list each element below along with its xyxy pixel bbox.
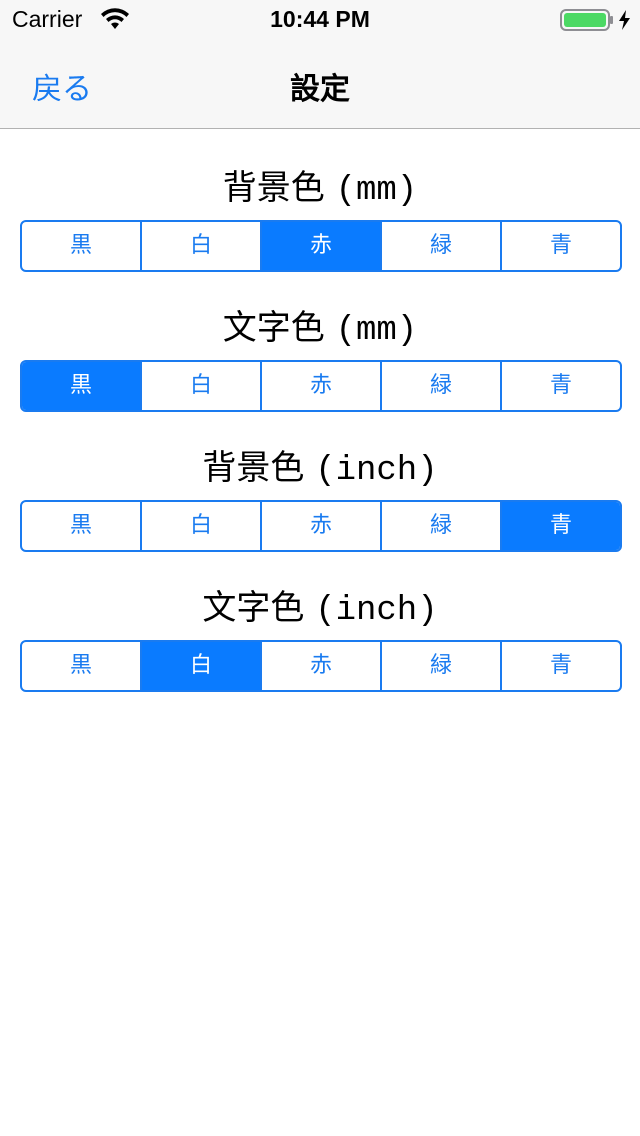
section-text-inch: 文字色 (inch) 黒 白 赤 緑 青 — [20, 586, 622, 692]
section-text-mm: 文字色 (mm) 黒 白 赤 緑 青 — [20, 306, 622, 412]
section-title: 文字色 (inch) — [202, 588, 438, 630]
section-title: 背景色 (mm) — [222, 168, 418, 210]
segment-green[interactable]: 緑 — [382, 222, 502, 270]
segment-white[interactable]: 白 — [142, 362, 262, 410]
section-bg-inch: 背景色 (inch) 黒 白 赤 緑 青 — [20, 446, 622, 552]
status-bar: Carrier 10:44 PM — [0, 0, 640, 40]
segment-black[interactable]: 黒 — [22, 222, 142, 270]
segment-green[interactable]: 緑 — [382, 362, 502, 410]
segment-blue[interactable]: 青 — [502, 222, 620, 270]
segment-red[interactable]: 赤 — [262, 642, 382, 690]
segment-green[interactable]: 緑 — [382, 642, 502, 690]
segment-blue[interactable]: 青 — [502, 502, 620, 550]
bg-color-inch-segmented-control: 黒 白 赤 緑 青 — [20, 500, 622, 552]
segment-black[interactable]: 黒 — [22, 642, 142, 690]
battery-icon — [560, 9, 630, 31]
segment-black[interactable]: 黒 — [22, 502, 142, 550]
section-bg-mm: 背景色 (mm) 黒 白 赤 緑 青 — [20, 166, 622, 272]
segment-blue[interactable]: 青 — [502, 362, 620, 410]
navigation-bar: 戻る 設定 — [0, 40, 640, 129]
text-color-mm-segmented-control: 黒 白 赤 緑 青 — [20, 360, 622, 412]
segment-white[interactable]: 白 — [142, 502, 262, 550]
page-title: 設定 — [290, 72, 350, 107]
status-time: 10:44 PM — [270, 6, 370, 32]
segment-white[interactable]: 白 — [142, 222, 262, 270]
segment-red[interactable]: 赤 — [262, 502, 382, 550]
bg-color-mm-segmented-control: 黒 白 赤 緑 青 — [20, 220, 622, 272]
segment-red[interactable]: 赤 — [262, 222, 382, 270]
segment-white[interactable]: 白 — [142, 642, 262, 690]
segment-red[interactable]: 赤 — [262, 362, 382, 410]
text-color-inch-segmented-control: 黒 白 赤 緑 青 — [20, 640, 622, 692]
segment-green[interactable]: 緑 — [382, 502, 502, 550]
segment-blue[interactable]: 青 — [502, 642, 620, 690]
section-title: 背景色 (inch) — [202, 448, 438, 490]
segment-black[interactable]: 黒 — [22, 362, 142, 410]
section-title: 文字色 (mm) — [222, 308, 418, 350]
